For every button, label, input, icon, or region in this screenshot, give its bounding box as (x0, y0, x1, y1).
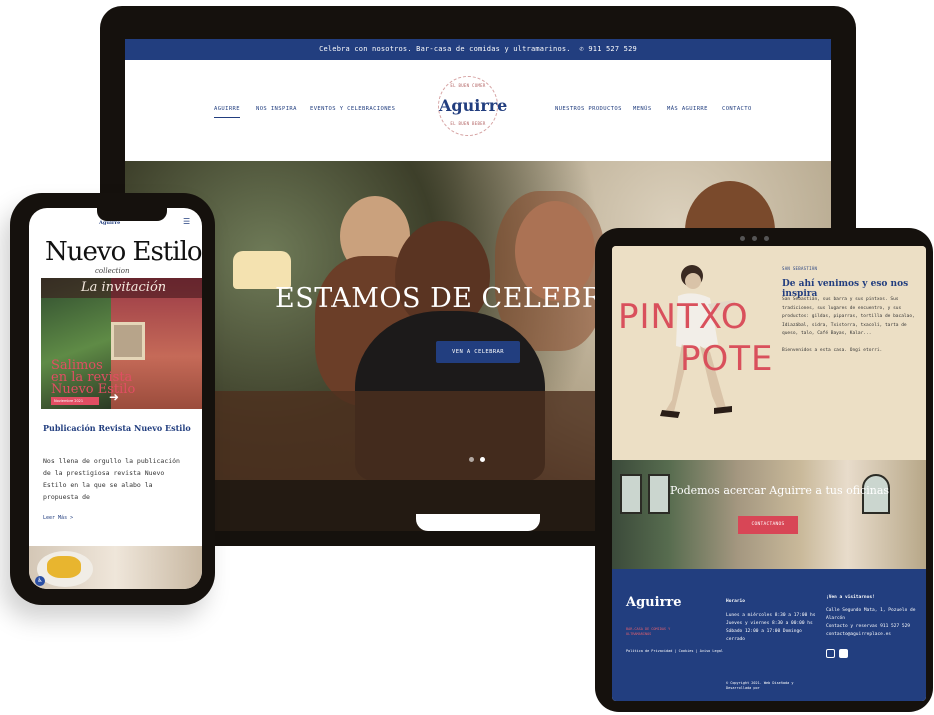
cover-date-badge: Noviembre 2021 (51, 397, 99, 405)
nav-link-nos-inspira[interactable]: NOS INSPIRA (256, 106, 297, 112)
tablet-mockup: PINTXO POTE SAN SEBASTIÁN De ahí venimos… (595, 228, 933, 712)
section-welcome: Bienvenidos a esta casa. Ongi etorri. (782, 348, 883, 353)
footer-hours-title: Horario (726, 599, 745, 604)
announcement-text: Celebra con nosotros. Bar-casa de comida… (319, 45, 571, 53)
phone-icon: ✆ (575, 45, 589, 53)
instagram-icon[interactable] (826, 649, 835, 658)
section-kicker: SAN SEBASTIÁN (782, 266, 818, 271)
magazine-cover-image[interactable]: La invitación Salimos en la revista Nuev… (41, 278, 202, 409)
site-logo[interactable]: EL BUEN COMER Aguirre EL BUEN BEBER (438, 76, 508, 136)
arrow-right-icon: ➜ (109, 390, 120, 404)
read-more-link[interactable]: Leer Más > (43, 515, 73, 521)
footer-logo[interactable]: Aguirre (626, 595, 682, 610)
banner-window-2 (648, 474, 670, 514)
logo-small-bottom: EL BUEN BEBER (450, 121, 486, 126)
magazine-subtitle: collection (95, 267, 130, 275)
nav-link-menus[interactable]: MENÚS (633, 106, 652, 112)
banner-title: Podemos acercar Aguirre a tus oficinas (670, 484, 890, 497)
tablet-screen: PINTXO POTE SAN SEBASTIÁN De ahí venimos… (612, 246, 926, 701)
tablet-camera-dot (752, 236, 757, 241)
site-footer: Aguirre BAR-CASA DE COMIDAS Y ULTRAMARIN… (612, 569, 926, 701)
tablet-camera-dot (764, 236, 769, 241)
phone-notch (97, 208, 167, 221)
nav-link-mas-aguirre[interactable]: MÁS AGUIRRE (667, 106, 708, 112)
footer-visit-title: ¡Ven a visitarnos! (826, 595, 875, 600)
logo-small-top: EL BUEN COMER (450, 83, 486, 88)
cover-picture-frame (111, 322, 145, 360)
magazine-title: Nuevo Estilo (45, 237, 202, 267)
section-body: San Sebastián, sus barra y sus pintxos. … (782, 297, 915, 336)
cover-overlay-line-3: Nuevo Estilo (51, 382, 136, 397)
slider-dot-1[interactable] (469, 457, 474, 462)
hamburger-menu-icon[interactable]: ☰ (183, 217, 190, 226)
footer-copyright: © Copyright 2021. Web Diseñada y Desarro… (726, 681, 794, 690)
footer-contact[interactable]: Contacto y reservas 911 527 529 contacto… (826, 623, 921, 639)
banner-window-1 (620, 474, 642, 514)
tablet-camera-dot (740, 236, 745, 241)
nav-link-productos[interactable]: NUESTROS PRODUCTOS (555, 106, 622, 112)
post-excerpt: Nos llena de orgullo la publicación de l… (43, 457, 180, 501)
top-announcement-bar: Celebra con nosotros. Bar-casa de comida… (125, 39, 831, 60)
pote-text: POTE (680, 339, 774, 379)
post-title[interactable]: Publicación Revista Nuevo Estilo (43, 423, 191, 433)
laptop-notch (416, 514, 540, 531)
cover-title: La invitación (81, 280, 167, 295)
hero-cta-button[interactable]: VEN A CELEBRAR (436, 341, 520, 363)
nav-link-aguirre[interactable]: AGUIRRE (214, 106, 240, 118)
pintxo-pote-section: PINTXO POTE SAN SEBASTIÁN De ahí venimos… (612, 246, 926, 460)
food-fries (47, 556, 81, 578)
nav-link-contacto[interactable]: CONTACTO (722, 106, 752, 112)
footer-legal-links[interactable]: Política de Privacidad | Cookies | Aviso… (626, 649, 723, 653)
phone-number[interactable]: 911 527 529 (588, 45, 637, 53)
pintxo-text: PINTXO (618, 297, 749, 337)
nav-link-eventos[interactable]: EVENTOS Y CELEBRACIONES (310, 106, 395, 112)
slider-dot-2[interactable] (480, 457, 485, 462)
youtube-icon[interactable] (839, 649, 848, 658)
hero-title: ESTAMOS DE CELEBRAC (275, 283, 644, 314)
footer-address: Calle Segundo Mata, 1, Pozuelo de Alarcó… (826, 608, 916, 621)
footer-address-block: Calle Segundo Mata, 1, Pozuelo de Alarcó… (826, 607, 921, 639)
accessibility-icon[interactable]: ♿ (35, 576, 45, 586)
phone-screen: Aguirre ☰ Nuevo Estilo collection La inv… (29, 208, 202, 589)
footer-tagline: BAR-CASA DE COMIDAS Y ULTRAMARINOS (626, 627, 671, 636)
footer-hours: Lunes a miércoles 8:30 a 17:00 hs Jueves… (726, 613, 816, 642)
cover-overlay-text: Salimos en la revista Nuevo Estilo (51, 359, 136, 397)
offices-banner (612, 460, 926, 569)
contact-button[interactable]: CONTACTANOS (738, 516, 798, 534)
phone-mockup: Aguirre ☰ Nuevo Estilo collection La inv… (10, 193, 215, 605)
logo-wordmark: Aguirre (439, 96, 508, 115)
main-navigation: AGUIRRE NOS INSPIRA EVENTOS Y CELEBRACIO… (125, 60, 831, 161)
